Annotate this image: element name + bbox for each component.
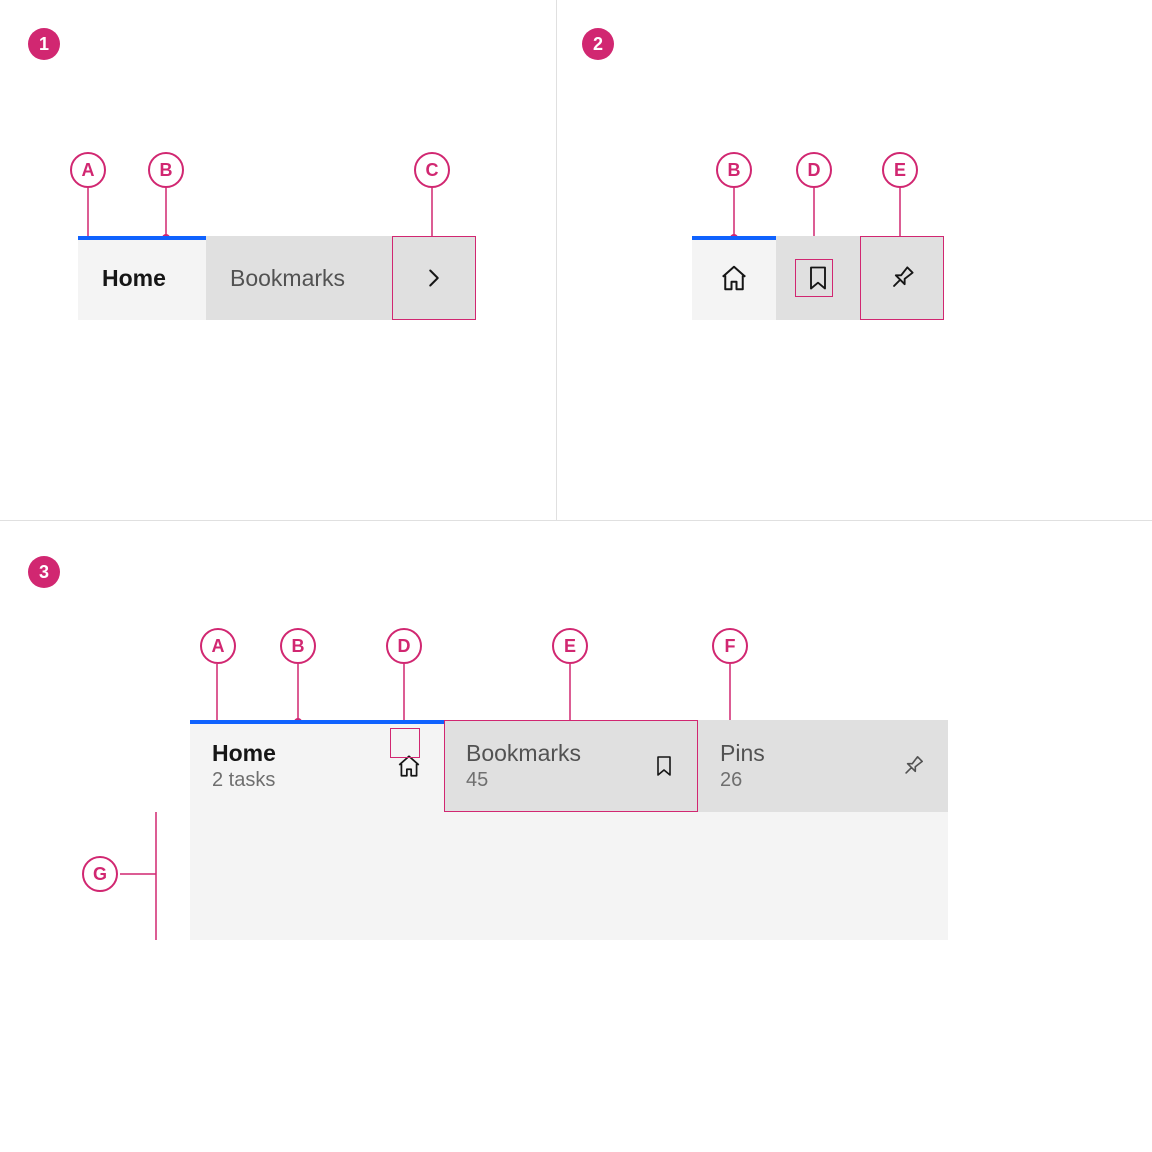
callout-label: G	[82, 856, 118, 892]
panel-number-badge: 2	[582, 28, 614, 60]
bookmark-icon	[652, 754, 676, 778]
tabs-text-overflow: Home Bookmarks	[78, 236, 476, 320]
tab-bookmarks[interactable]: Bookmarks	[206, 236, 392, 320]
tabs-text-icon-secondary: Home 2 tasks Bookmarks 45 Pins 26	[190, 720, 948, 812]
tab-label: Bookmarks	[230, 265, 345, 292]
tab-pins[interactable]	[860, 236, 944, 320]
tab-label: Bookmarks	[466, 740, 581, 767]
callout-label: B	[716, 152, 752, 188]
tab-home[interactable]	[692, 236, 776, 320]
selected-indicator	[78, 236, 206, 240]
tab-label: Pins	[720, 740, 765, 767]
tab-pins[interactable]: Pins 26	[698, 720, 948, 812]
tab-home[interactable]: Home 2 tasks	[190, 720, 444, 812]
pin-icon	[900, 753, 926, 779]
panel-number-label: 3	[39, 562, 49, 583]
selected-indicator	[190, 720, 444, 724]
tab-label: Home	[102, 265, 166, 292]
pin-icon	[887, 263, 917, 293]
chevron-right-icon	[424, 268, 444, 288]
tab-bookmarks[interactable]: Bookmarks 45	[444, 720, 698, 812]
tab-sublabel: 2 tasks	[212, 769, 276, 792]
tab-sublabel: 45	[466, 769, 581, 792]
tabs-icon-only	[692, 236, 944, 320]
tab-home[interactable]: Home	[78, 236, 206, 320]
tab-content-panel	[190, 812, 948, 940]
bookmark-icon	[804, 264, 832, 292]
callout-label: F	[712, 628, 748, 664]
tab-bookmarks[interactable]	[776, 236, 860, 320]
callout-label: B	[280, 628, 316, 664]
tab-sublabel: 26	[720, 769, 765, 792]
home-icon	[719, 263, 749, 293]
callout-label: E	[882, 152, 918, 188]
leader-lines	[0, 0, 1152, 1152]
callout-label: E	[552, 628, 588, 664]
callout-label: A	[200, 628, 236, 664]
selected-indicator	[692, 236, 776, 240]
callout-label: D	[386, 628, 422, 664]
panel-number-label: 2	[593, 34, 603, 55]
tab-label: Home	[212, 740, 276, 767]
home-icon	[396, 753, 422, 779]
panel-number-badge: 3	[28, 556, 60, 588]
callout-label: D	[796, 152, 832, 188]
tab-overflow-button[interactable]	[392, 236, 476, 320]
